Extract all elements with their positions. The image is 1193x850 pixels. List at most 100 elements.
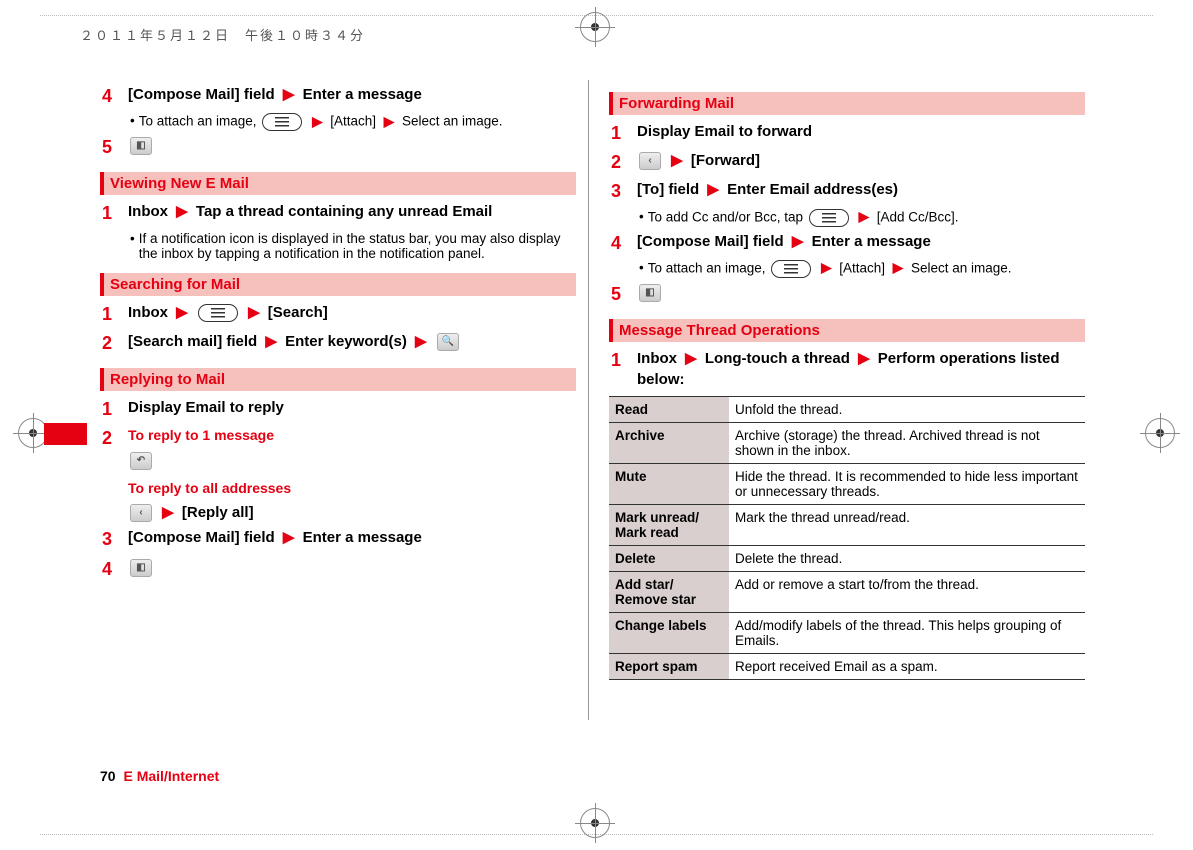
section-forwarding-mail: Forwarding Mail <box>609 92 1085 115</box>
arrow-icon: ▶ <box>172 304 192 321</box>
registration-mark-right <box>1145 418 1175 448</box>
text: [Attach] <box>839 260 885 275</box>
operation-desc: Delete the thread. <box>729 545 1085 571</box>
operation-desc: Hide the thread. It is recommended to hi… <box>729 463 1085 504</box>
send-icon: ◧ <box>639 284 661 302</box>
operation-desc: Unfold the thread. <box>729 396 1085 422</box>
step-1-search: 1 Inbox ▶ ▶ [Search] <box>100 302 576 327</box>
operation-desc: Report received Email as a spam. <box>729 653 1085 679</box>
operation-name: Read <box>609 396 729 422</box>
text: To attach an image, <box>139 114 257 129</box>
attach-image-note: • To attach an image, ▶ [Attach] ▶ Selec… <box>130 113 576 131</box>
arrow-icon: ▶ <box>854 350 874 367</box>
section-name: E Mail/Internet <box>123 768 219 784</box>
attach-image-note-forward: • To attach an image, ▶ [Attach] ▶ Selec… <box>639 260 1085 278</box>
text: Long-touch a thread <box>705 350 850 367</box>
text: Enter a message <box>812 233 931 250</box>
text: Select an image. <box>402 114 503 129</box>
left-column: 4 [Compose Mail] field ▶ Enter a message… <box>100 80 584 680</box>
arrow-icon: ▶ <box>788 233 808 250</box>
search-icon: 🔍 <box>437 333 459 351</box>
operation-name: Mute <box>609 463 729 504</box>
page-number: 70 <box>100 768 116 784</box>
step-3-to-field: 3 [To] field ▶ Enter Email address(es) <box>609 179 1085 204</box>
operation-name: Change labels <box>609 612 729 653</box>
operation-name: Add star/ Remove star <box>609 571 729 612</box>
registration-mark-bottom <box>580 808 610 838</box>
page-content: 4 [Compose Mail] field ▶ Enter a message… <box>100 80 1085 680</box>
text: Inbox <box>128 203 168 220</box>
arrow-icon: ▶ <box>889 260 907 275</box>
text: [Search] <box>268 304 328 321</box>
registration-mark-top <box>580 12 610 42</box>
operation-desc: Mark the thread unread/read. <box>729 504 1085 545</box>
text: [Compose Mail] field <box>637 233 784 250</box>
operation-name: Mark unread/ Mark read <box>609 504 729 545</box>
table-row: Report spamReport received Email as a sp… <box>609 653 1085 679</box>
table-row: ReadUnfold the thread. <box>609 396 1085 422</box>
text: To add Cc and/or Bcc, tap <box>648 209 803 224</box>
text: Inbox <box>128 304 168 321</box>
menu-key-icon <box>809 209 849 227</box>
step-5-send-forward: 5 ◧ <box>609 282 1085 307</box>
text: [Search mail] field <box>128 333 257 350</box>
arrow-icon: ▶ <box>855 209 873 224</box>
table-row: MuteHide the thread. It is recommended t… <box>609 463 1085 504</box>
arrow-icon: ▶ <box>380 114 398 129</box>
text: [Compose Mail] field <box>128 86 275 103</box>
arrow-icon: ▶ <box>279 529 299 546</box>
operation-name: Report spam <box>609 653 729 679</box>
text: Display Email to reply <box>128 397 576 418</box>
table-row: DeleteDelete the thread. <box>609 545 1085 571</box>
reply-all-heading: To reply to all addresses <box>128 479 576 499</box>
step-5: 5 ◧ <box>100 135 576 160</box>
side-tab <box>44 423 87 445</box>
section-searching-mail: Searching for Mail <box>100 273 576 296</box>
chevron-left-icon: ‹ <box>130 504 152 522</box>
operation-desc: Archive (storage) the thread. Archived t… <box>729 422 1085 463</box>
arrow-icon: ▶ <box>279 86 299 103</box>
text: Select an image. <box>911 260 1012 275</box>
arrow-icon: ▶ <box>172 203 192 220</box>
menu-key-icon <box>198 304 238 322</box>
arrow-icon: ▶ <box>703 181 723 198</box>
text: To attach an image, <box>648 260 766 275</box>
table-row: ArchiveArchive (storage) the thread. Arc… <box>609 422 1085 463</box>
step-2-search-field: 2 [Search mail] field ▶ Enter keyword(s)… <box>100 331 576 356</box>
step-2-forward: 2 ‹ ▶ [Forward] <box>609 150 1085 175</box>
text: [Add Cc/Bcc]. <box>877 209 959 224</box>
chevron-left-icon: ‹ <box>639 152 661 170</box>
page-footer: 70 E Mail/Internet <box>100 768 219 784</box>
text: If a notification icon is displayed in t… <box>139 231 576 261</box>
step-3-compose-reply: 3 [Compose Mail] field ▶ Enter a message <box>100 527 576 552</box>
thread-operations-table: ReadUnfold the thread.ArchiveArchive (st… <box>609 396 1085 680</box>
step-1-inbox-thread: 1 Inbox ▶ Tap a thread containing any un… <box>100 201 576 226</box>
arrow-icon: ▶ <box>261 333 281 350</box>
table-row: Mark unread/ Mark readMark the thread un… <box>609 504 1085 545</box>
arrow-icon: ▶ <box>817 260 835 275</box>
notification-note: • If a notification icon is displayed in… <box>130 231 576 261</box>
text: [Forward] <box>691 152 760 169</box>
text: Display Email to forward <box>637 121 1085 142</box>
text: [To] field <box>637 181 699 198</box>
text: Enter keyword(s) <box>285 333 407 350</box>
arrow-icon: ▶ <box>244 304 264 321</box>
print-timestamp: ２０１１年５月１２日 午後１０時３４分 <box>80 25 365 44</box>
arrow-icon: ▶ <box>411 333 431 350</box>
step-2-reply-options: 2 To reply to 1 message ↶ To reply to al… <box>100 426 576 523</box>
text: Enter a message <box>303 529 422 546</box>
text: [Attach] <box>330 114 376 129</box>
step-1-display-forward: 1 Display Email to forward <box>609 121 1085 146</box>
text: Tap a thread containing any unread Email <box>196 203 492 220</box>
step-1-display-reply: 1 Display Email to reply <box>100 397 576 422</box>
text: [Reply all] <box>182 504 254 521</box>
arrow-icon: ▶ <box>667 152 687 169</box>
menu-key-icon <box>771 260 811 278</box>
table-row: Change labelsAdd/modify labels of the th… <box>609 612 1085 653</box>
arrow-icon: ▶ <box>308 114 326 129</box>
text: [Compose Mail] field <box>128 529 275 546</box>
menu-key-icon <box>262 113 302 131</box>
right-column: Forwarding Mail 1 Display Email to forwa… <box>609 80 1085 680</box>
step-1-thread-ops: 1 Inbox ▶ Long-touch a thread ▶ Perform … <box>609 348 1085 390</box>
section-replying-mail: Replying to Mail <box>100 368 576 391</box>
